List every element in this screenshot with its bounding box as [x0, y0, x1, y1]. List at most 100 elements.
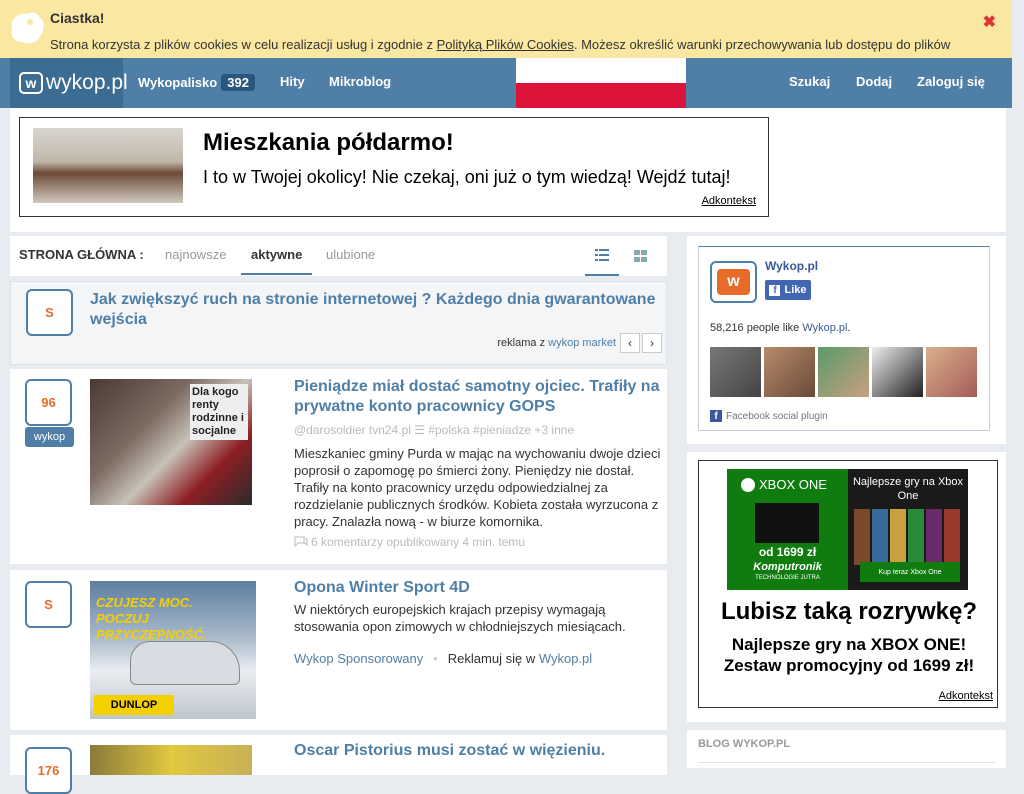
car-image	[130, 641, 240, 685]
facebook-icon: f	[710, 410, 722, 422]
xbox-ad-container: XBOX ONE od 1699 zł Komputronik TECHNOLO…	[687, 452, 1006, 722]
xbox-ad-subheadline[interactable]: Najlepsze gry na XBOX ONE! Zestaw promocy…	[699, 634, 999, 676]
link-item: 176 Oscar Pistorius musi zostać w więzie…	[10, 735, 667, 794]
like-label: Like	[784, 284, 807, 296]
facebook-page-link[interactable]: Wykop.pl	[802, 322, 847, 334]
link-thumbnail[interactable]: CZUJESZ MOC. POCZUJ PRZYCZEPNOŚĆ. DUNLOP	[90, 581, 256, 719]
cookie-text: Strona korzysta z plików cookies w celu …	[50, 37, 950, 52]
thumbnail-text: CZUJESZ MOC. POCZUJ PRZYCZEPNOŚĆ.	[96, 595, 207, 642]
tab-najnowsze[interactable]: najnowsze	[165, 247, 226, 262]
sponsored-footer: Wykop Sponsorowany • Reklamuj się w Wykop.…	[294, 651, 593, 666]
cookie-title: Ciastka!	[50, 10, 105, 26]
link-item: S CZUJESZ MOC. POCZUJ PRZYCZEPNOŚĆ. DUNL…	[10, 570, 667, 730]
tabs-label: STRONA GŁÓWNA :	[19, 247, 144, 262]
cookie-banner: Ciastka! Strona korzysta z plików cookie…	[0, 0, 1012, 58]
link-footer: 6 komentarzy opublikowany 4 min. temu	[294, 535, 525, 549]
ad-subtitle[interactable]: I to w Twojej okolicy! Nie czekaj, oni j…	[203, 167, 731, 188]
blog-title: BLOG WYKOP.PL	[698, 738, 791, 750]
scrollbar[interactable]	[1012, 0, 1024, 768]
link-thumbnail[interactable]	[90, 745, 252, 775]
xbox-brand: XBOX ONE	[741, 477, 827, 492]
cookie-icon	[11, 12, 44, 44]
main-tabs: STRONA GŁÓWNA : najnowsze aktywne ulubio…	[10, 236, 667, 276]
avatar[interactable]	[872, 347, 923, 397]
logo-text: wykop.pl	[46, 71, 128, 94]
vote-counter[interactable]: S	[25, 581, 72, 628]
wykop-logo-icon[interactable]: w	[710, 261, 757, 303]
tab-ulubione[interactable]: ulubione	[326, 247, 375, 262]
list-view-icon[interactable]	[585, 236, 619, 276]
xbox-banner-right: Najlepsze gry na Xbox One Kup teraz Xbox…	[848, 469, 968, 590]
nav-zaloguj[interactable]: Zaloguj się	[917, 74, 985, 89]
like-count-suffix: .	[847, 322, 851, 334]
ad-apartment-image[interactable]	[33, 128, 183, 203]
facebook-widget: w Wykop.pl f Like 58,216 people like Wyko…	[687, 236, 1006, 444]
xbox-ad[interactable]: XBOX ONE od 1699 zł Komputronik TECHNOLO…	[698, 460, 998, 708]
facebook-plugin-text: Facebook social plugin	[726, 410, 828, 422]
top-navigation: w wykop.pl Wykopalisko 392 Hity Mikroblog…	[0, 58, 1012, 108]
nav-dodaj[interactable]: Dodaj	[856, 74, 892, 89]
sponsored-footer-prefix: reklama z	[497, 337, 549, 349]
adkontekst-link[interactable]: Adkontekst	[939, 690, 993, 702]
xbox-ad-headline[interactable]: Lubisz taką rozrywkę?	[699, 598, 999, 626]
xbox-console-image	[755, 503, 819, 543]
xbox-game-covers	[854, 509, 960, 565]
facebook-page-name[interactable]: Wykop.pl	[765, 259, 818, 273]
logo-link[interactable]: w wykop.pl	[10, 58, 128, 108]
advertise-text: Reklamuj się w	[447, 651, 539, 666]
wykop-pl-link[interactable]: Wykop.pl	[539, 651, 592, 666]
close-icon[interactable]: ✖	[983, 12, 996, 32]
xbox-banner[interactable]: XBOX ONE od 1699 zł Komputronik TECHNOLO…	[727, 469, 968, 590]
thumbnail-text: Dla kogo renty rodzinne i socjalne	[190, 384, 248, 440]
cookie-policy-link[interactable]: Polityką Plików Cookies	[437, 37, 574, 52]
comments-icon	[294, 536, 308, 548]
link-description: W niektórych europejskich krajach przepi…	[294, 602, 626, 634]
komputronik-tagline: TECHNOLOGIE JUTRA	[755, 575, 820, 581]
next-arrow-icon[interactable]: ›	[642, 333, 662, 353]
ad-title[interactable]: Mieszkania półdarmo!	[203, 129, 454, 157]
cookie-text-start: Strona korzysta z plików cookies w celu …	[50, 37, 437, 52]
facebook-faces	[710, 347, 977, 397]
link-footer-text[interactable]: 6 komentarzy opublikowany 4 min. temu	[311, 535, 525, 549]
nav-hity[interactable]: Hity	[280, 74, 305, 89]
blog-widget: BLOG WYKOP.PL	[687, 730, 1006, 768]
link-item: 96 wykop Dla kogo renty rodzinne i socja…	[10, 369, 667, 564]
facebook-icon: f	[769, 284, 781, 296]
nav-mikroblog[interactable]: Mikroblog	[329, 74, 391, 89]
komputronik-logo: Komputronik	[753, 561, 822, 573]
avatar[interactable]	[764, 347, 815, 397]
avatar[interactable]	[710, 347, 761, 397]
prev-arrow-icon[interactable]: ‹	[620, 333, 640, 353]
facebook-like-count: 58,216 people like Wykop.pl.	[710, 322, 851, 334]
buy-xbox-button[interactable]: Kup teraz Xbox One	[860, 562, 960, 582]
tab-aktywne[interactable]: aktywne	[241, 247, 313, 275]
xbox-brand-text: XBOX ONE	[759, 477, 827, 492]
link-title[interactable]: Opona Winter Sport 4D	[294, 578, 662, 598]
avatar[interactable]	[926, 347, 977, 397]
link-title[interactable]: Pieniądze miał dostać samotny ojciec. Tr…	[294, 377, 662, 417]
link-description: Mieszkaniec gminy Purda w mając na wycho…	[294, 446, 661, 529]
vote-counter[interactable]: 176	[25, 747, 72, 794]
vote-counter[interactable]: S	[26, 289, 73, 336]
xbox-logo-icon	[741, 477, 755, 492]
nav-szukaj[interactable]: Szukaj	[789, 74, 830, 89]
adkontekst-link[interactable]: Adkontekst	[702, 195, 756, 207]
grid-view-icon[interactable]	[623, 236, 657, 276]
wykop-market-link[interactable]: wykop market	[548, 337, 616, 349]
facebook-page-box: w Wykop.pl f Like 58,216 people like Wyko…	[698, 246, 990, 431]
wykop-sponsorowany-link[interactable]: Wykop Sponsorowany	[294, 651, 423, 666]
facebook-like-button[interactable]: f Like	[765, 280, 811, 300]
nav-wykopalisko[interactable]: Wykopalisko 392	[138, 74, 255, 91]
link-thumbnail[interactable]: Dla kogo renty rodzinne i socjalne	[90, 379, 252, 505]
vote-counter[interactable]: 96	[25, 379, 72, 426]
sponsored-title[interactable]: Jak zwiększyć ruch na stronie internetow…	[90, 290, 660, 330]
link-title[interactable]: Oscar Pistorius musi zostać w więzieniu.	[294, 741, 662, 761]
nav-wykopalisko-label: Wykopalisko	[138, 75, 218, 90]
top-ad[interactable]: Mieszkania półdarmo! I to w Twojej okoli…	[19, 117, 769, 217]
xbox-games-title: Najlepsze gry na Xbox One	[852, 476, 964, 502]
wykopalisko-count-badge: 392	[221, 74, 255, 91]
xbox-ad-sub1: Najlepsze gry na XBOX ONE!	[731, 635, 967, 654]
wykop-button[interactable]: wykop	[25, 427, 74, 447]
avatar[interactable]	[818, 347, 869, 397]
xbox-price: od 1699 zł	[758, 545, 817, 559]
